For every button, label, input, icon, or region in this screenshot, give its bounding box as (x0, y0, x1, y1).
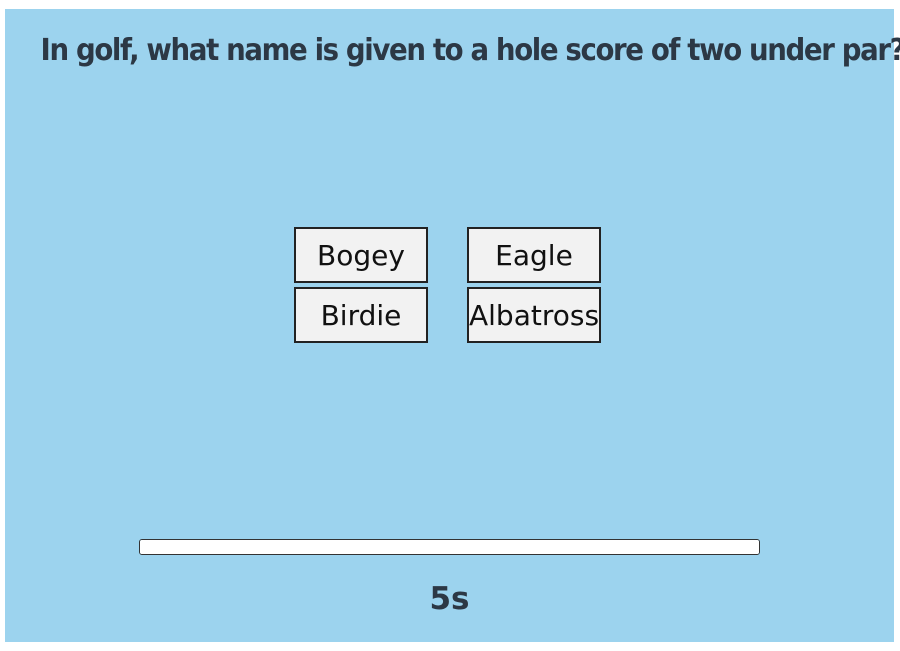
timer-countdown: 5s (429, 581, 470, 617)
answer-button-albatross[interactable]: Albatross (467, 287, 601, 343)
answer-button-eagle[interactable]: Eagle (467, 227, 601, 283)
question-text: In golf, what name is given to a hole sc… (40, 33, 900, 68)
quiz-stage: In golf, what name is given to a hole sc… (5, 9, 900, 642)
timer-progress-bar (139, 539, 760, 555)
answer-button-birdie[interactable]: Birdie (294, 287, 428, 343)
timer-progress-fill (140, 540, 759, 554)
answer-button-bogey[interactable]: Bogey (294, 227, 428, 283)
